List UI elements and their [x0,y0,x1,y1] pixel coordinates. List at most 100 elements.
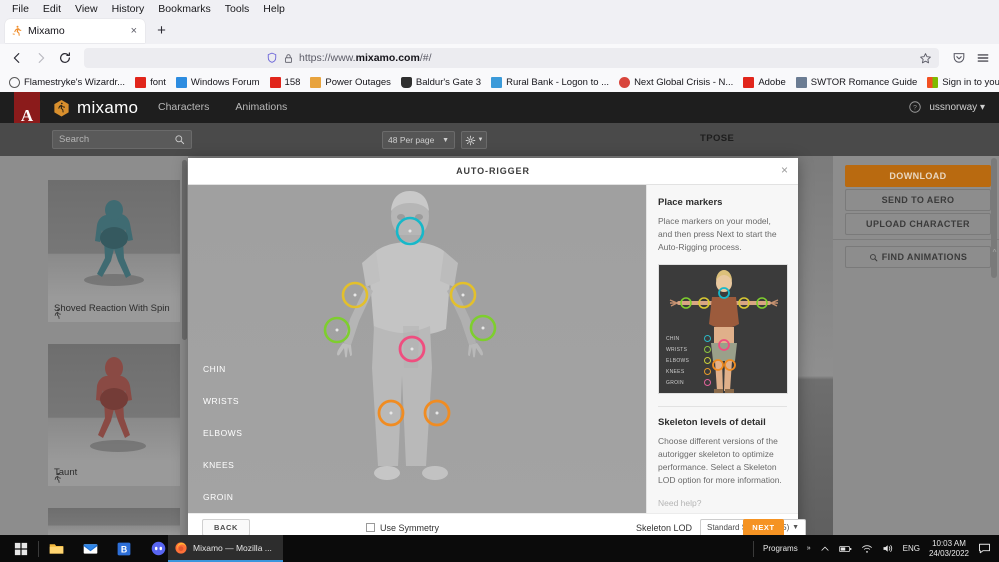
forward-button[interactable] [32,50,49,67]
clock[interactable]: 10:03 AM 24/03/2022 [929,539,969,559]
divider [833,239,999,240]
bookmark-item[interactable]: Rural Bank - Logon to ... [487,76,613,89]
bookmark-item[interactable]: SWTOR Romance Guide [792,76,921,89]
legend-label: KNEES [666,369,696,375]
hamburger-menu-icon[interactable] [974,50,991,67]
legend-swatch-chin [704,335,711,342]
notification-icon[interactable] [978,543,991,554]
legend-row-wrists: WRISTS [666,344,711,355]
adobe-icon [135,77,146,88]
use-symmetry-control[interactable]: Use Symmetry [366,523,439,533]
search-input[interactable]: Search [52,130,192,149]
bookmark-star-icon[interactable] [919,52,932,65]
legend-row-groin: GROIN [666,377,711,388]
volume-icon[interactable] [882,543,894,554]
close-icon[interactable]: × [781,164,788,176]
settings-button[interactable]: ▼ [461,131,487,149]
divider [658,406,787,407]
find-animations-button[interactable]: FIND ANIMATIONS [845,246,991,268]
swtor-icon [796,77,807,88]
back-button[interactable] [8,50,25,67]
reload-button[interactable] [56,50,73,67]
mixamo-runner-icon [11,25,23,37]
bookmark-item[interactable]: Windows Forum [172,76,264,89]
bookmark-label: Sign in to your Micros... [942,77,999,88]
taskbar-window-title: Mixamo — Mozilla ... [193,543,272,553]
blue-b-icon[interactable]: B [107,535,141,562]
legend-label: WRISTS [666,347,696,353]
marker-label-elbows[interactable]: ELBOWS [203,427,283,459]
page-scrollbar[interactable] [991,158,997,278]
clock-time: 10:03 AM [932,539,966,549]
per-page-select[interactable]: 48 Per page ▼ [382,131,455,149]
battery-icon[interactable] [839,544,852,554]
chevron-up-icon[interactable] [820,544,830,554]
file-explorer-icon[interactable] [39,535,73,562]
programs-label[interactable]: Programs [763,544,798,553]
find-animations-label: FIND ANIMATIONS [882,252,968,262]
list-item-label: Shoved Reaction With Spin [48,298,180,322]
bookmark-item[interactable]: Flamestryke's Wizardr... [5,76,129,89]
wifi-icon[interactable] [861,544,873,554]
bookmark-item[interactable]: 158 [266,76,305,89]
list-item[interactable]: Shoved Reaction With Spin [48,180,180,322]
menu-tools[interactable]: Tools [218,1,257,17]
bookmark-item[interactable]: Adobe [739,76,789,89]
bookmark-item[interactable]: font [131,76,170,89]
bookmark-item[interactable]: Power Outages [306,76,394,89]
tab-close-icon[interactable]: × [129,26,139,36]
bird-icon [491,77,502,88]
bookmark-item[interactable]: Next Global Crisis - N... [615,76,737,89]
side-body-skeleton-lod: Choose different versions of the autorig… [658,435,787,487]
menu-edit[interactable]: Edit [36,1,68,17]
menu-bookmarks[interactable]: Bookmarks [151,1,218,17]
taskbar-window-firefox[interactable]: Mixamo — Mozilla ... [168,535,283,562]
windows-icon [176,77,187,88]
adobe-a-glyph: A [21,108,33,124]
bookmark-item[interactable]: Sign in to your Micros... [923,76,999,89]
svg-text:B: B [121,544,127,554]
scroll-up-icon[interactable]: ^ [990,248,999,260]
need-help-link[interactable]: Need help? [658,498,787,508]
question-mark-icon[interactable]: ? [909,101,921,113]
back-button[interactable]: BACK [202,519,250,536]
menu-view[interactable]: View [68,1,105,17]
nav-characters[interactable]: Characters [158,101,209,113]
search-icon [174,134,185,145]
address-bar[interactable]: https://www.mixamo.com/#/ [84,48,939,68]
menu-history[interactable]: History [105,1,152,17]
download-button[interactable]: DOWNLOAD [845,165,991,187]
new-tab-button[interactable]: + [152,22,171,41]
windows-start-icon[interactable] [4,535,38,562]
upload-character-button[interactable]: UPLOAD CHARACTER [845,213,991,235]
next-button[interactable]: NEXT [743,519,784,537]
lock-icon [283,53,294,64]
mail-icon[interactable] [73,535,107,562]
pocket-icon[interactable] [950,50,967,67]
modal-header: AUTO-RIGGER × [188,158,798,185]
reference-figure: CHIN WRISTS ELBOWS KNEES GROIN [658,264,788,394]
language-indicator[interactable]: ENG [903,544,920,553]
menu-file[interactable]: File [5,1,36,17]
list-item[interactable] [48,508,180,536]
use-symmetry-checkbox[interactable] [366,523,375,532]
marker-label-chin[interactable]: CHIN [203,363,283,395]
results-scrollbar[interactable] [182,160,187,340]
marker-label-wrists[interactable]: WRISTS [203,395,283,427]
user-menu[interactable]: ussnorway ▾ [929,102,985,113]
menu-help[interactable]: Help [256,1,292,17]
browser-navbar: https://www.mixamo.com/#/ [0,44,999,72]
chevron-down-icon: ▼ [792,524,799,531]
marker-label-knees[interactable]: KNEES [203,459,283,491]
tab-mixamo[interactable]: Mixamo × [5,19,145,43]
rigger-stage[interactable]: CHIN WRISTS ELBOWS KNEES GROIN [188,185,646,513]
marker-label-groin[interactable]: GROIN [203,491,283,513]
bookmark-item[interactable]: Baldur's Gate 3 [397,76,485,89]
browser-menubar: File Edit View History Bookmarks Tools H… [0,0,999,17]
mixamo-brand[interactable]: mixamo [52,98,138,118]
programs-overflow-icon[interactable]: » [807,545,811,552]
taskbar-tray: Programs » ENG 10:03 AM 24/03/2022 [753,535,999,562]
list-item[interactable]: Taunt [48,344,180,486]
nav-animations[interactable]: Animations [235,101,287,113]
send-to-aero-button[interactable]: SEND TO AERO [845,189,991,211]
